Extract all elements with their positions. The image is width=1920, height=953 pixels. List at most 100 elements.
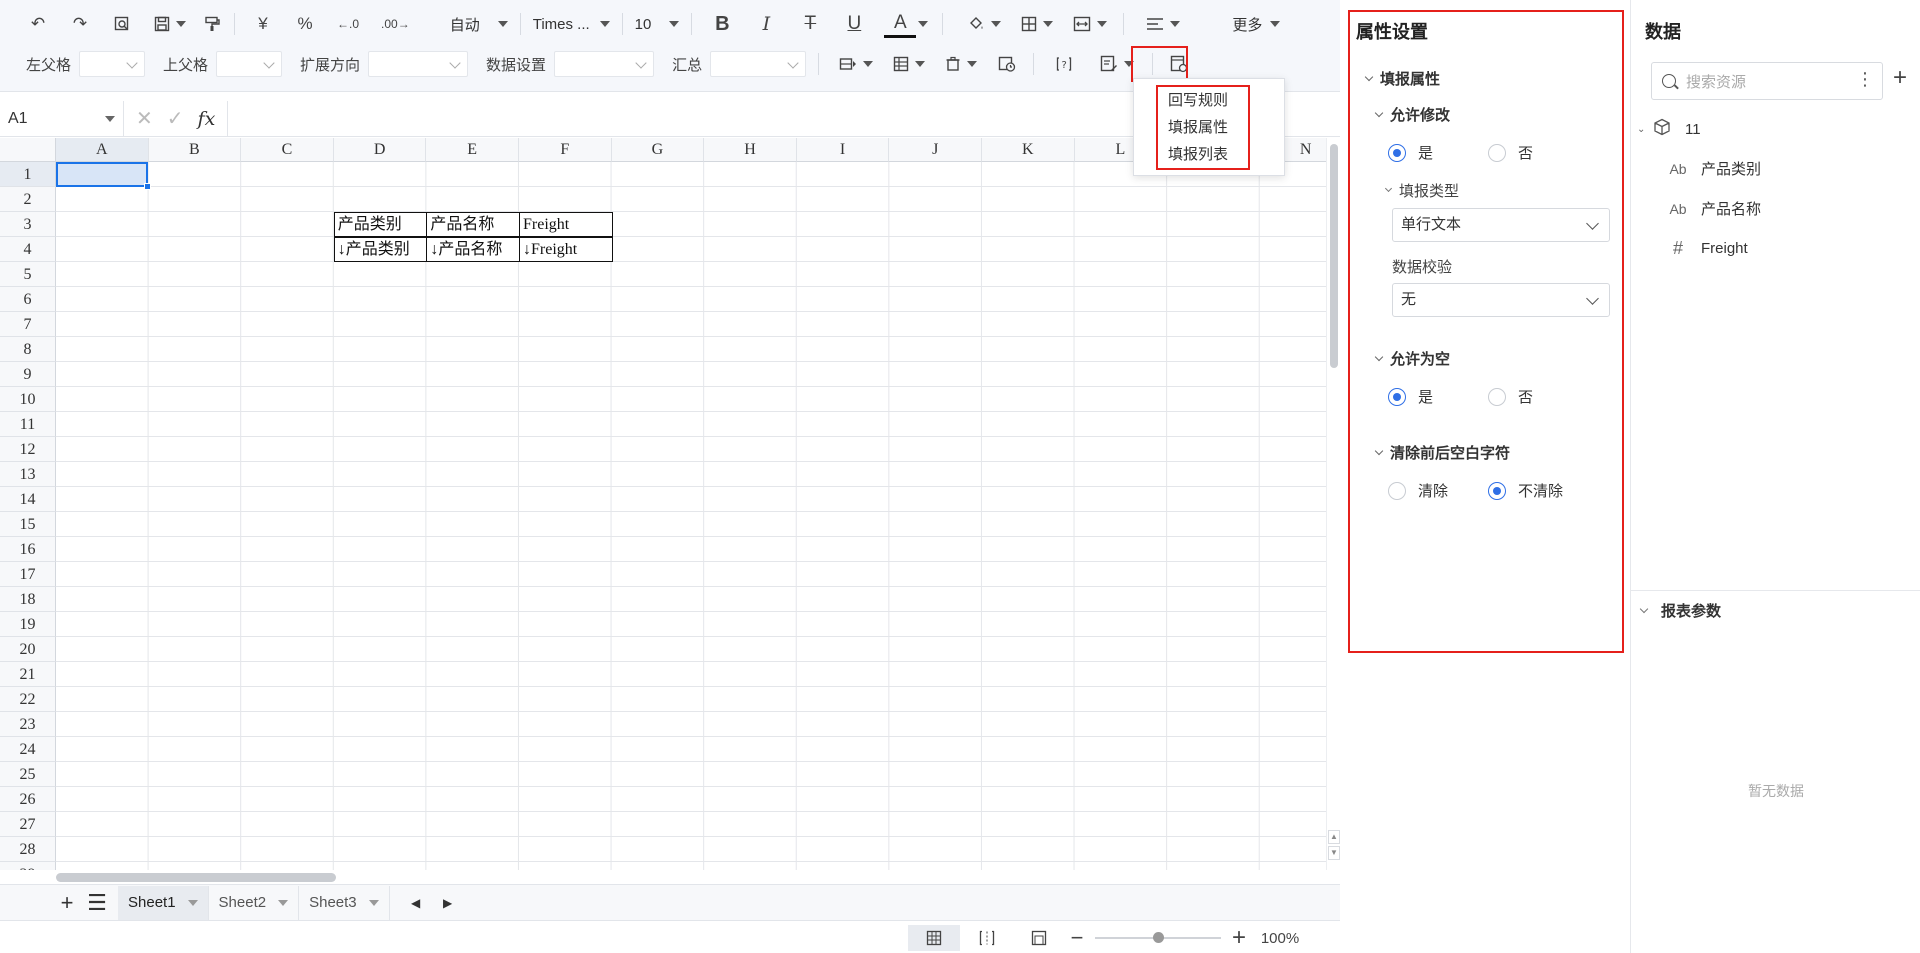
preview-icon[interactable] xyxy=(106,8,138,40)
redo-icon[interactable]: ↷ xyxy=(64,8,96,40)
cell-e4[interactable]: ↓产品名称 xyxy=(426,237,520,262)
search-resources-input[interactable]: 搜索资源 ⋮ xyxy=(1651,62,1883,100)
zoom-in-icon[interactable]: + xyxy=(1226,924,1252,951)
fill-type-select[interactable]: 单行文本 xyxy=(1392,208,1610,242)
row-header-23[interactable]: 23 xyxy=(0,712,56,737)
italic-icon[interactable]: I xyxy=(750,8,782,40)
row-header-28[interactable]: 28 xyxy=(0,837,56,862)
row-header-7[interactable]: 7 xyxy=(0,312,56,337)
format-select[interactable]: 自动 xyxy=(444,8,514,40)
font-color-icon[interactable]: A xyxy=(884,10,917,38)
cell-d4[interactable]: ↓产品类别 xyxy=(333,237,428,262)
validation-select[interactable]: 无 xyxy=(1392,283,1610,317)
cancel-icon[interactable]: ✕ xyxy=(136,106,153,131)
undo-icon[interactable]: ↶ xyxy=(22,8,54,40)
vertical-scrollbar[interactable]: ▲ ▼ xyxy=(1326,138,1340,870)
allow-modify-no-radio[interactable]: 否 xyxy=(1488,142,1533,163)
bold-icon[interactable]: B xyxy=(706,8,738,40)
data-setting-select[interactable] xyxy=(554,51,655,77)
row-header-5[interactable]: 5 xyxy=(0,262,56,287)
column-header-h[interactable]: H xyxy=(704,138,797,162)
delete-icon[interactable] xyxy=(939,48,983,80)
row-header-21[interactable]: 21 xyxy=(0,662,56,687)
confirm-icon[interactable]: ✓ xyxy=(167,106,184,131)
sheet-menu-caret-icon[interactable] xyxy=(278,899,289,906)
normal-view-icon[interactable] xyxy=(908,925,960,951)
row-header-16[interactable]: 16 xyxy=(0,537,56,562)
column-header-b[interactable]: B xyxy=(148,138,242,162)
row-header-9[interactable]: 9 xyxy=(0,362,56,387)
row-header-26[interactable]: 26 xyxy=(0,787,56,812)
column-header-e[interactable]: E xyxy=(426,138,519,162)
menu-item-fill-properties[interactable]: 填报属性 xyxy=(1158,114,1248,141)
cell-f3[interactable]: Freight xyxy=(519,212,613,237)
expand-direction-select[interactable] xyxy=(368,51,469,77)
row-header-18[interactable]: 18 xyxy=(0,587,56,612)
fx-icon[interactable]: fx xyxy=(198,108,216,130)
percent-icon[interactable]: % xyxy=(289,8,321,40)
row-header-3[interactable]: 3 xyxy=(0,212,56,237)
more-vertical-icon[interactable]: ⋮ xyxy=(1856,69,1874,90)
section-trim-whitespace[interactable]: 清除前后空白字符 xyxy=(1374,442,1510,463)
zoom-out-icon[interactable]: − xyxy=(1064,925,1090,951)
page-layout-view-icon[interactable] xyxy=(1024,925,1054,951)
column-header-c[interactable]: C xyxy=(241,138,334,162)
sheet-tab-3[interactable]: Sheet3 xyxy=(299,885,390,920)
sheet-menu-caret-icon[interactable] xyxy=(368,899,379,906)
summary-select[interactable] xyxy=(710,51,807,77)
row-header-22[interactable]: 22 xyxy=(0,687,56,712)
row-header-13[interactable]: 13 xyxy=(0,462,56,487)
add-sheet-icon[interactable]: + xyxy=(52,890,82,916)
decrease-decimal-icon[interactable]: .00→ xyxy=(375,8,416,40)
zoom-slider-knob[interactable] xyxy=(1153,932,1164,943)
insert-row-icon[interactable] xyxy=(833,48,879,80)
vertical-scroll-thumb[interactable] xyxy=(1330,144,1338,368)
menu-item-fill-list[interactable]: 填报列表 xyxy=(1158,141,1248,168)
insert-table-icon[interactable] xyxy=(887,48,931,80)
fill-type-label[interactable]: 填报类型 xyxy=(1384,180,1459,201)
merge-cells-icon[interactable] xyxy=(1067,8,1113,40)
column-header-j[interactable]: J xyxy=(889,138,982,162)
dataset-node[interactable]: ⌄ 11 xyxy=(1637,118,1701,140)
report-params-section[interactable]: 报表参数 xyxy=(1639,600,1721,621)
cell-e3[interactable]: 产品名称 xyxy=(426,212,520,237)
column-header-f[interactable]: F xyxy=(519,138,612,162)
field-item[interactable]: Ab 产品类别 xyxy=(1667,158,1761,179)
row-header-2[interactable]: 2 xyxy=(0,187,56,212)
horizontal-scrollbar[interactable] xyxy=(56,870,1326,884)
sheet-menu-caret-icon[interactable] xyxy=(187,899,198,906)
section-allow-empty[interactable]: 允许为空 xyxy=(1374,348,1450,369)
underline-icon[interactable]: U xyxy=(838,8,870,40)
spreadsheet-grid[interactable]: ABCDEFGHIJKLMN 1234567891011121314151617… xyxy=(0,138,1326,870)
allow-empty-no-radio[interactable]: 否 xyxy=(1488,386,1533,407)
row-header-8[interactable]: 8 xyxy=(0,337,56,362)
trim-clear-radio[interactable]: 清除 xyxy=(1388,480,1448,501)
add-dataset-icon[interactable]: + xyxy=(1893,64,1907,92)
top-parent-select[interactable] xyxy=(216,51,283,77)
row-header-12[interactable]: 12 xyxy=(0,437,56,462)
conditional-format-icon[interactable] xyxy=(991,48,1023,80)
column-header-a[interactable]: A xyxy=(56,138,149,162)
select-all-corner[interactable] xyxy=(0,138,56,162)
allow-empty-yes-radio[interactable]: 是 xyxy=(1388,386,1433,407)
sheet-tab-2[interactable]: Sheet2 xyxy=(209,885,300,920)
column-header-i[interactable]: I xyxy=(796,138,890,162)
more-button[interactable]: 更多 xyxy=(1226,8,1286,40)
selected-cell-a1[interactable] xyxy=(56,162,148,187)
strikethrough-icon[interactable]: T xyxy=(794,8,826,40)
row-header-11[interactable]: 11 xyxy=(0,412,56,437)
allow-modify-yes-radio[interactable]: 是 xyxy=(1388,142,1433,163)
border-icon[interactable] xyxy=(1015,8,1059,40)
section-allow-modify[interactable]: 允许修改 xyxy=(1374,104,1450,125)
font-size-select[interactable]: 10 xyxy=(629,8,686,40)
page-break-view-icon[interactable] xyxy=(972,925,1002,951)
format-painter-icon[interactable] xyxy=(196,8,228,40)
row-header-10[interactable]: 10 xyxy=(0,387,56,412)
sheet-list-icon[interactable]: ☰ xyxy=(82,890,112,916)
formula-help-icon[interactable]: ? xyxy=(1048,48,1080,80)
column-header-k[interactable]: K xyxy=(982,138,1075,162)
scroll-down-button[interactable]: ▼ xyxy=(1328,846,1340,860)
currency-icon[interactable]: ¥ xyxy=(247,8,279,40)
row-header-20[interactable]: 20 xyxy=(0,637,56,662)
fill-color-icon[interactable] xyxy=(961,8,1007,40)
